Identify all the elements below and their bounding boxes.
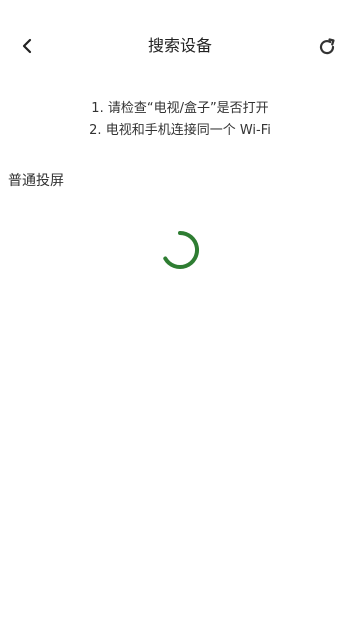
refresh-button[interactable] [314,34,340,60]
tip-line-1: 1. 请检查“电视/盒子”是否打开 [91,101,269,116]
section-title: 普通投屏 [8,173,64,189]
search-tips: 1. 请检查“电视/盒子”是否打开 2. 电视和手机连接同一个 Wi-Fi [0,98,360,142]
refresh-icon [319,38,335,55]
tip-line-2: 2. 电视和手机连接同一个 Wi-Fi [89,123,271,138]
loading-spinner-icon [163,231,200,269]
page-title: 搜索设备 [147,36,212,55]
top-bar: 搜索设备 [0,0,360,92]
